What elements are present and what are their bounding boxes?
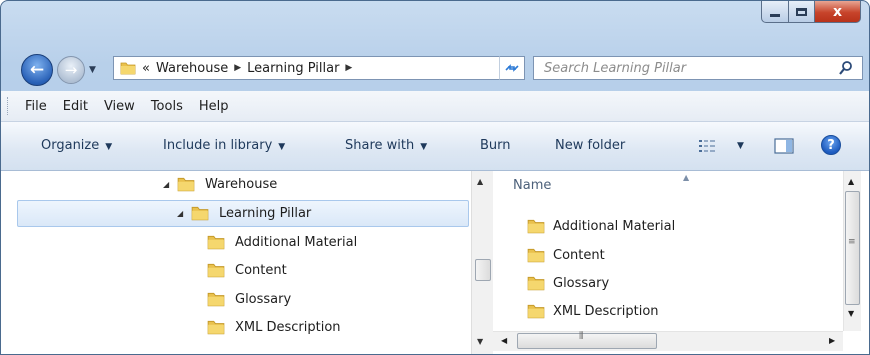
menu-tools[interactable]: Tools [151, 99, 183, 114]
tree-item-xml-description[interactable]: XML Description [207, 314, 341, 340]
folder-icon [177, 177, 195, 192]
tree-item-warehouse[interactable]: ◢ Warehouse [163, 171, 277, 197]
refresh-button[interactable] [499, 56, 525, 80]
forward-button[interactable]: → [57, 56, 85, 84]
folder-icon [527, 219, 545, 234]
file-item[interactable]: Content [527, 242, 605, 268]
recent-pages-dropdown-icon[interactable]: ▼ [89, 65, 99, 75]
chevron-down-icon: ▼ [278, 142, 286, 152]
tree-item-label: Glossary [235, 291, 292, 307]
chevron-right-icon[interactable]: ▶ [345, 63, 352, 73]
breadcrumb-learning-pillar[interactable]: Learning Pillar [247, 61, 339, 76]
include-in-library-label: Include in library [163, 138, 273, 153]
file-item[interactable]: Glossary [527, 270, 609, 296]
help-icon[interactable]: ? [821, 135, 841, 155]
preview-pane-icon[interactable] [774, 138, 794, 154]
include-in-library-button[interactable]: Include in library ▼ [163, 138, 285, 153]
navigation-pane-scrollbar[interactable]: ▲ ▼ [471, 171, 493, 354]
file-item[interactable]: XML Description [527, 298, 659, 324]
caption-buttons: x [761, 1, 861, 23]
close-button[interactable]: x [815, 1, 861, 23]
file-list-horizontal-scrollbar[interactable]: ◀ ⦀ ▶ [493, 331, 843, 351]
organize-button[interactable]: Organize ▼ [41, 138, 112, 153]
tree-item-learning-pillar[interactable]: ◢ Learning Pillar [177, 200, 311, 226]
title-bar[interactable]: x [1, 1, 869, 49]
menu-bar: File Edit View Tools Help [1, 91, 869, 122]
command-bar: Organize ▼ Include in library ▼ Share with… [1, 122, 869, 171]
tree-item-label: Additional Material [235, 234, 358, 250]
tree-item-label: Content [235, 262, 287, 278]
scrollbar-thumb[interactable] [845, 191, 860, 305]
file-item-label: Additional Material [553, 218, 676, 234]
folder-icon [527, 276, 545, 291]
folder-icon [207, 235, 225, 250]
folder-icon [527, 248, 545, 263]
view-dropdown-icon[interactable]: ▼ [737, 141, 744, 151]
scrollbar-grip-icon: ≡ [848, 237, 856, 247]
file-list-vertical-scrollbar[interactable]: ▲ ≡ ▼ [843, 171, 861, 331]
search-placeholder: Search Learning Pillar [544, 60, 687, 76]
scroll-left-icon[interactable]: ◀ [501, 336, 507, 345]
file-list-pane: ▲ Name Additional Material Content Gloss… [493, 171, 869, 354]
column-header-name[interactable]: Name [513, 178, 551, 193]
scroll-down-icon[interactable]: ▼ [477, 337, 483, 346]
scroll-right-icon[interactable]: ▶ [829, 336, 835, 345]
explorer-window: x ← → ▼ « Warehouse ▶ Learning Pillar ▶ … [0, 0, 870, 355]
tree-item-additional-material[interactable]: Additional Material [207, 229, 357, 255]
tree-item-label: Warehouse [205, 176, 278, 192]
menu-grip [7, 97, 11, 115]
file-item-label: Content [553, 247, 605, 263]
file-item-label: XML Description [553, 303, 659, 319]
minimize-icon [770, 13, 780, 17]
breadcrumb: « Warehouse ▶ Learning Pillar ▶ [142, 61, 352, 76]
search-icon[interactable] [838, 60, 854, 76]
chevron-down-icon: ▼ [105, 142, 113, 152]
burn-button[interactable]: Burn [480, 138, 511, 153]
scrollbar-grip-icon: ⦀ [579, 331, 584, 342]
search-box[interactable]: Search Learning Pillar [533, 56, 863, 80]
scrollbar-thumb[interactable] [475, 259, 491, 281]
scrollbar-thumb[interactable] [517, 333, 657, 349]
minimize-button[interactable] [761, 1, 789, 23]
menu-view[interactable]: View [104, 99, 135, 114]
menu-edit[interactable]: Edit [63, 99, 88, 114]
share-with-button[interactable]: Share with ▼ [345, 138, 427, 153]
navigation-pane: ◢ Warehouse ◢ Learning Pillar Additional… [1, 171, 471, 354]
file-item-label: Glossary [553, 275, 610, 291]
folder-icon [120, 62, 136, 75]
chevron-right-icon[interactable]: ▶ [234, 63, 241, 73]
sort-ascending-icon: ▲ [683, 173, 690, 182]
scroll-up-icon[interactable]: ▲ [477, 177, 483, 186]
tree-item-label: XML Description [235, 319, 341, 335]
scroll-up-icon[interactable]: ▲ [848, 177, 854, 186]
folder-icon [207, 263, 225, 278]
navigation-bar: ← → ▼ « Warehouse ▶ Learning Pillar ▶ ▼ [1, 49, 869, 89]
chevron-down-icon: ▼ [420, 142, 428, 152]
address-bar[interactable]: « Warehouse ▶ Learning Pillar ▶ ▼ [113, 56, 519, 80]
organize-label: Organize [41, 138, 100, 153]
file-item[interactable]: Additional Material [527, 213, 675, 239]
maximize-icon [796, 7, 807, 16]
tree-item-glossary[interactable]: Glossary [207, 286, 291, 312]
maximize-button[interactable] [789, 1, 815, 23]
new-folder-button[interactable]: New folder [555, 138, 625, 153]
scroll-down-icon[interactable]: ▼ [848, 309, 854, 318]
share-with-label: Share with [345, 138, 415, 153]
breadcrumb-warehouse[interactable]: Warehouse [156, 61, 228, 76]
menu-file[interactable]: File [25, 99, 47, 114]
tree-item-content[interactable]: Content [207, 257, 287, 283]
folder-icon [191, 206, 209, 221]
tree-item-label: Learning Pillar [219, 205, 312, 221]
menu-help[interactable]: Help [199, 99, 229, 114]
content-area: ◢ Warehouse ◢ Learning Pillar Additional… [1, 171, 869, 354]
folder-icon [527, 304, 545, 319]
expanded-arrow-icon[interactable]: ◢ [177, 209, 191, 218]
folder-icon [207, 320, 225, 335]
expanded-arrow-icon[interactable]: ◢ [163, 180, 177, 189]
folder-icon [207, 292, 225, 307]
back-button[interactable]: ← [21, 54, 53, 86]
breadcrumb-overflow[interactable]: « [142, 61, 150, 76]
refresh-icon [505, 64, 519, 72]
view-options-icon[interactable] [698, 139, 716, 153]
